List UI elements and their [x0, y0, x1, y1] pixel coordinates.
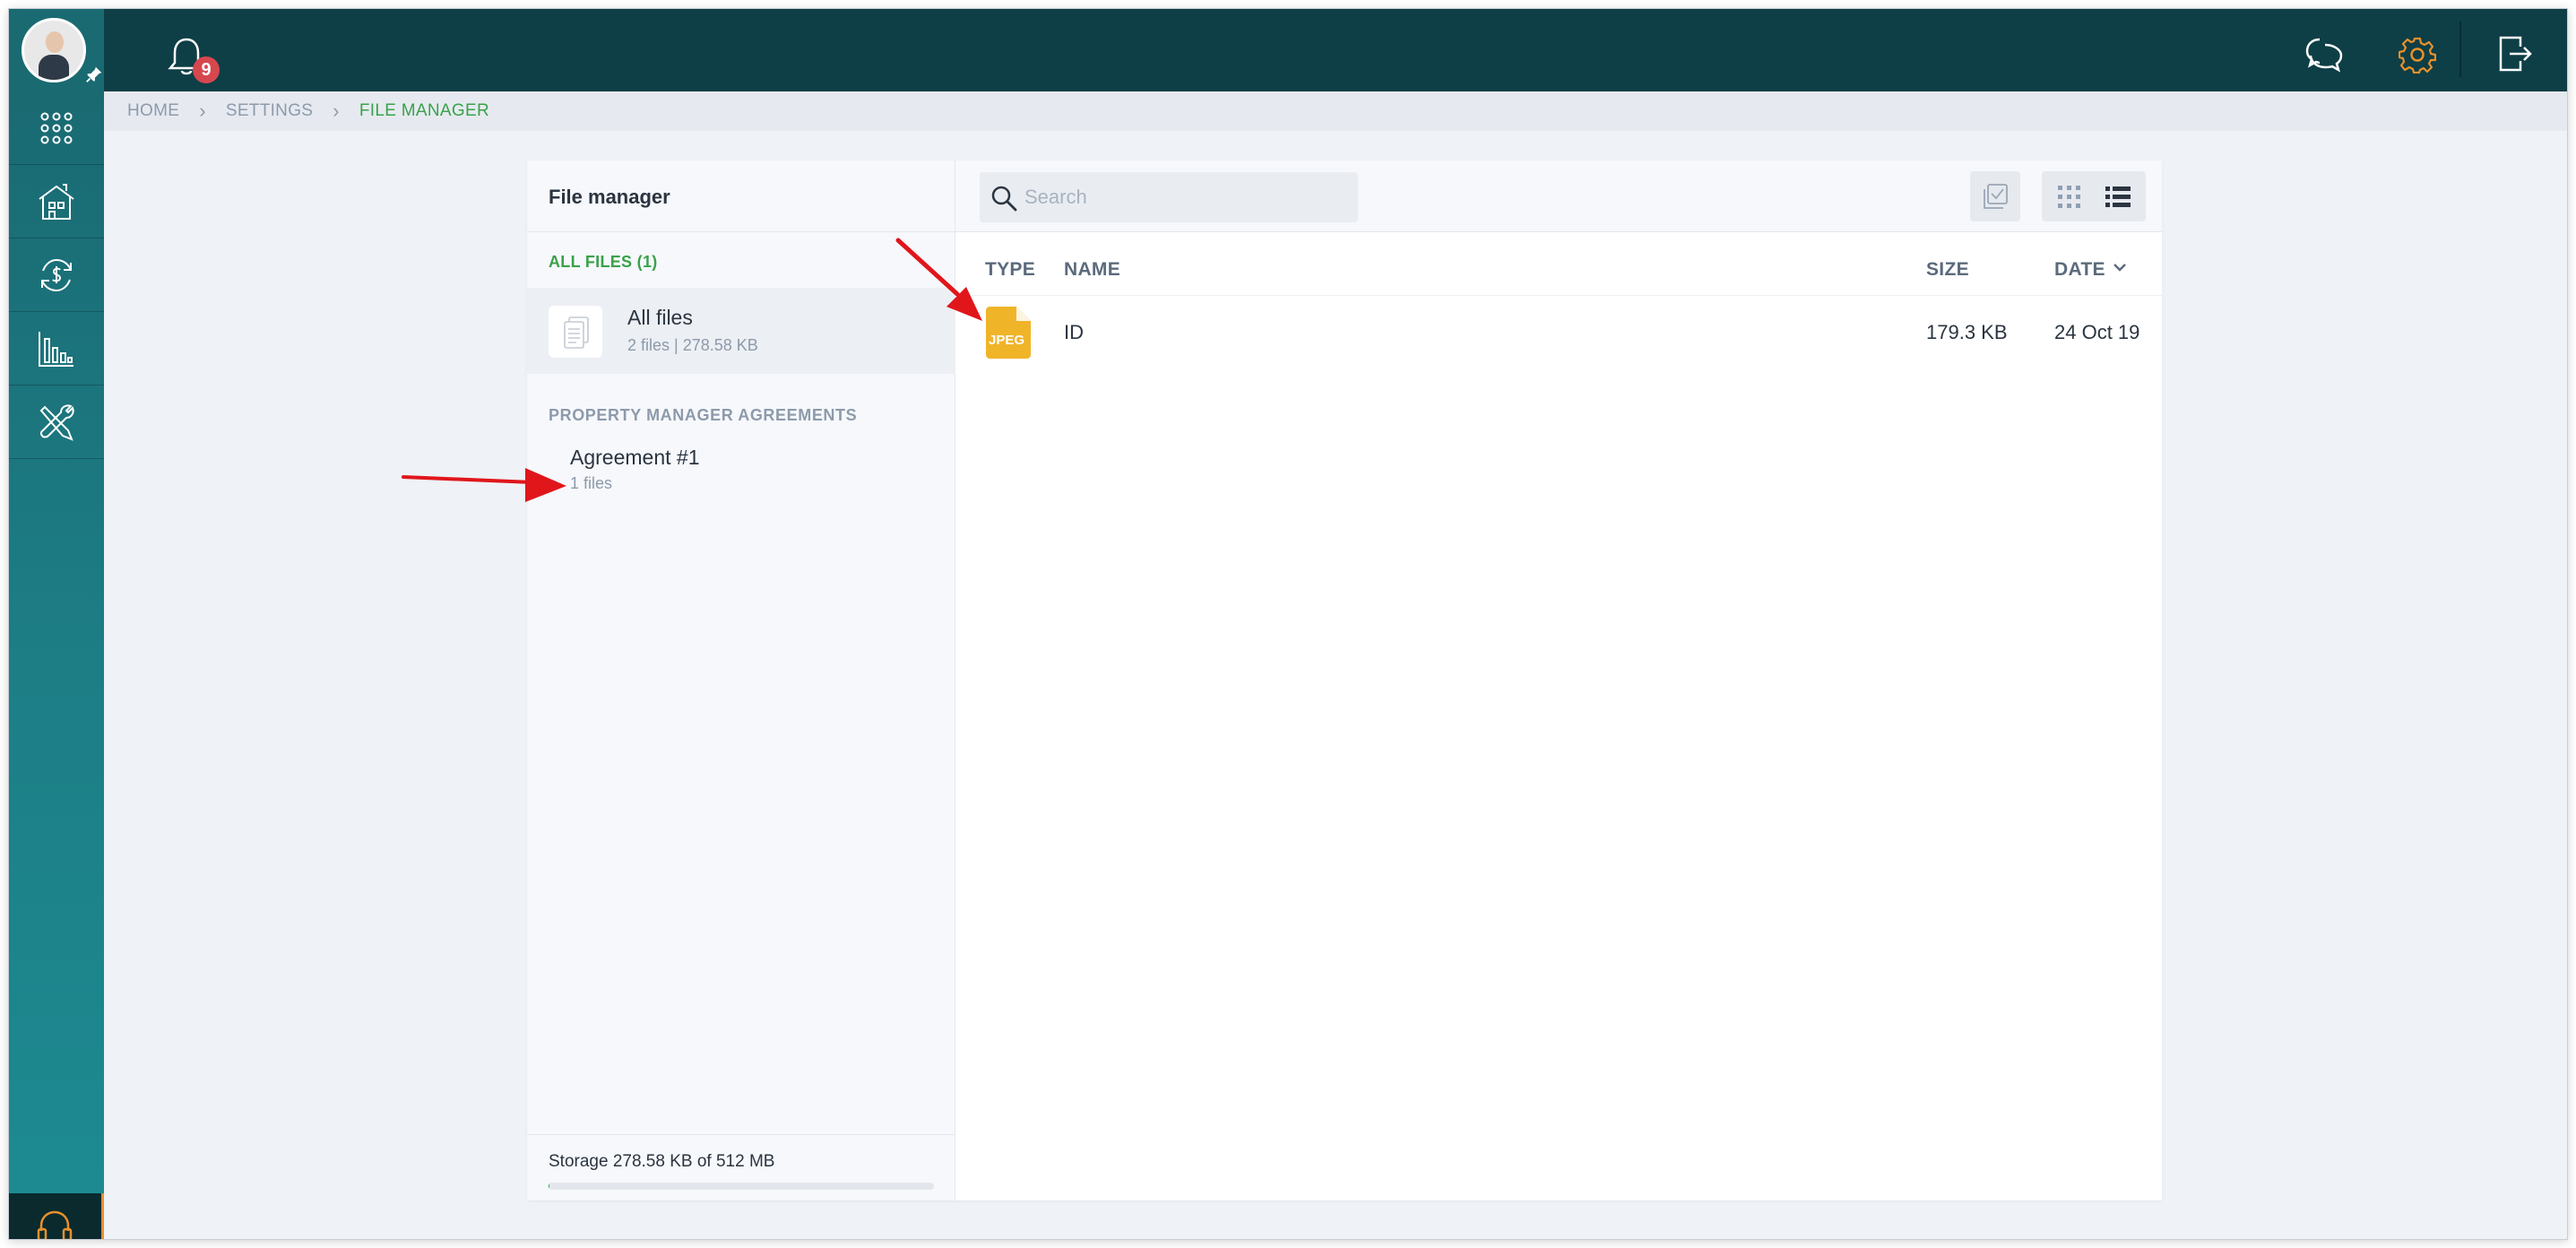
column-header-name[interactable]: NAME — [1064, 259, 1120, 281]
storage-progress-bar — [549, 1183, 934, 1190]
grid-view-button[interactable] — [2049, 178, 2088, 214]
avatar[interactable] — [22, 18, 86, 82]
avatar-area — [9, 9, 104, 91]
list-view-button[interactable] — [2097, 178, 2137, 214]
folder-meta: 2 files | 278.58 KB — [627, 336, 758, 354]
pin-icon[interactable] — [84, 65, 104, 84]
chevron-right-icon: › — [199, 100, 206, 122]
jpeg-file-icon: JPEG — [986, 307, 1031, 359]
annotation-arrow — [895, 238, 982, 321]
annotation-arrow — [402, 468, 566, 502]
column-header-type[interactable]: TYPE — [985, 259, 1035, 281]
list-icon — [2105, 186, 2131, 207]
column-header-date[interactable]: DATE — [2054, 259, 2105, 281]
apps-grid-icon — [40, 112, 73, 143]
divider — [527, 1134, 955, 1135]
file-type-label: JPEG — [989, 333, 1024, 348]
select-mode-button[interactable] — [1970, 171, 2020, 221]
agreements-section-header: PROPERTY MANAGER AGREEMENTS — [549, 406, 858, 424]
search-icon — [991, 186, 1017, 212]
sidebar-item-property[interactable] — [9, 165, 104, 238]
storage-usage-text: Storage 278.58 KB of 512 MB — [549, 1152, 775, 1171]
grid-icon — [2058, 186, 2080, 208]
divider — [527, 231, 955, 232]
chevron-right-icon: › — [333, 100, 340, 122]
folder-name: Agreement #1 — [570, 446, 700, 469]
folder-name: All files — [627, 306, 693, 329]
files-icon — [549, 306, 602, 358]
sidebar — [9, 91, 104, 1239]
file-size: 179.3 KB — [1926, 321, 2008, 343]
page-title: File manager — [549, 186, 670, 208]
file-name: ID — [1064, 321, 1084, 343]
top-bar: 9 — [9, 9, 2567, 91]
app-window: 9 HOME › SETTINGS › FILE MANAGER File ma… — [8, 8, 2568, 1240]
sidebar-item-tools[interactable] — [9, 386, 104, 459]
checkbox-multiple-icon — [1984, 184, 2008, 209]
headset-icon — [37, 1210, 73, 1239]
tools-icon — [39, 403, 74, 441]
breadcrumb-settings[interactable]: SETTINGS — [226, 101, 313, 121]
file-date: 24 Oct 19 — [2054, 321, 2140, 343]
sidebar-item-apps[interactable] — [9, 91, 104, 165]
folder-sidebar: File manager ALL FILES (1) All files 2 f… — [527, 160, 955, 1200]
view-toggle — [2042, 171, 2146, 221]
folder-meta: 1 files — [570, 474, 613, 492]
file-toolbar — [955, 160, 2162, 232]
sidebar-item-finance[interactable] — [9, 238, 104, 312]
file-list-area: TYPE NAME SIZE DATE JPEG ID 179.3 KB 24 … — [955, 160, 2162, 1200]
all-files-header: ALL FILES (1) — [549, 253, 658, 271]
chevron-down-icon[interactable] — [2112, 261, 2128, 273]
search-box — [980, 172, 1358, 222]
breadcrumb: HOME › SETTINGS › FILE MANAGER — [104, 91, 2567, 131]
folder-item-all-files[interactable]: All files 2 files | 278.58 KB — [527, 288, 955, 374]
folder-item-agreement[interactable]: Agreement #1 1 files — [527, 446, 955, 501]
file-manager-panel: File manager ALL FILES (1) All files 2 f… — [527, 160, 2162, 1200]
column-header-size[interactable]: SIZE — [1926, 259, 1969, 281]
breadcrumb-file-manager: FILE MANAGER — [359, 101, 489, 120]
gear-icon[interactable] — [2399, 36, 2436, 74]
property-icon — [39, 183, 74, 220]
topbar-divider — [2459, 22, 2461, 77]
support-button[interactable] — [9, 1193, 104, 1239]
logout-icon[interactable] — [2497, 34, 2533, 74]
chat-icon[interactable] — [2304, 34, 2345, 74]
notification-badge: 9 — [193, 56, 220, 83]
breadcrumb-home[interactable]: HOME — [127, 101, 179, 121]
search-input[interactable] — [1024, 172, 1347, 222]
sidebar-item-reports[interactable] — [9, 312, 104, 386]
reports-icon — [39, 331, 73, 367]
table-row[interactable]: JPEG ID 179.3 KB 24 Oct 19 — [955, 296, 2162, 368]
finance-icon — [41, 258, 72, 291]
